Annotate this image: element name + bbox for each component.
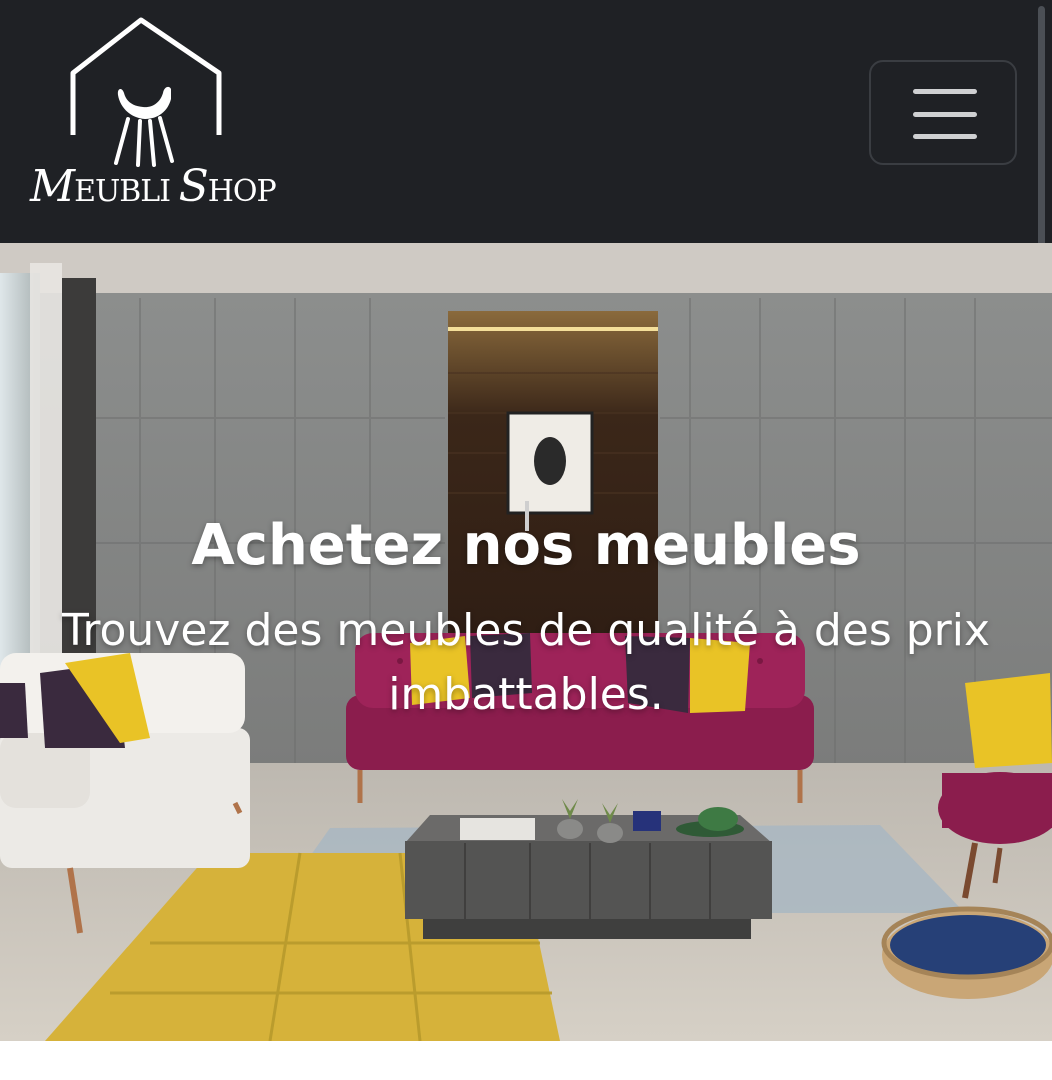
navbar: MEUBLI SHOP [0,0,1052,243]
brand-text-hop: HOP [207,174,277,209]
hero-banner: Achetez nos meubles Trouvez des meubles … [0,243,1052,1041]
scrollbar-thumb[interactable] [1038,6,1045,256]
navbar-toggler-button[interactable] [869,60,1017,165]
brand-text-eubli: EUBLI [74,174,179,209]
brand-letter-s: S [178,161,209,212]
brand-wordmark: MEUBLI SHOP [30,165,277,212]
hero-subtitle: Trouvez des meubles de qualité à des pri… [61,605,991,720]
hero-title: Achetez nos meubles [191,513,861,578]
brand-letter-m: M [30,161,75,212]
brand-logo-link[interactable]: MEUBLI SHOP [30,15,277,212]
